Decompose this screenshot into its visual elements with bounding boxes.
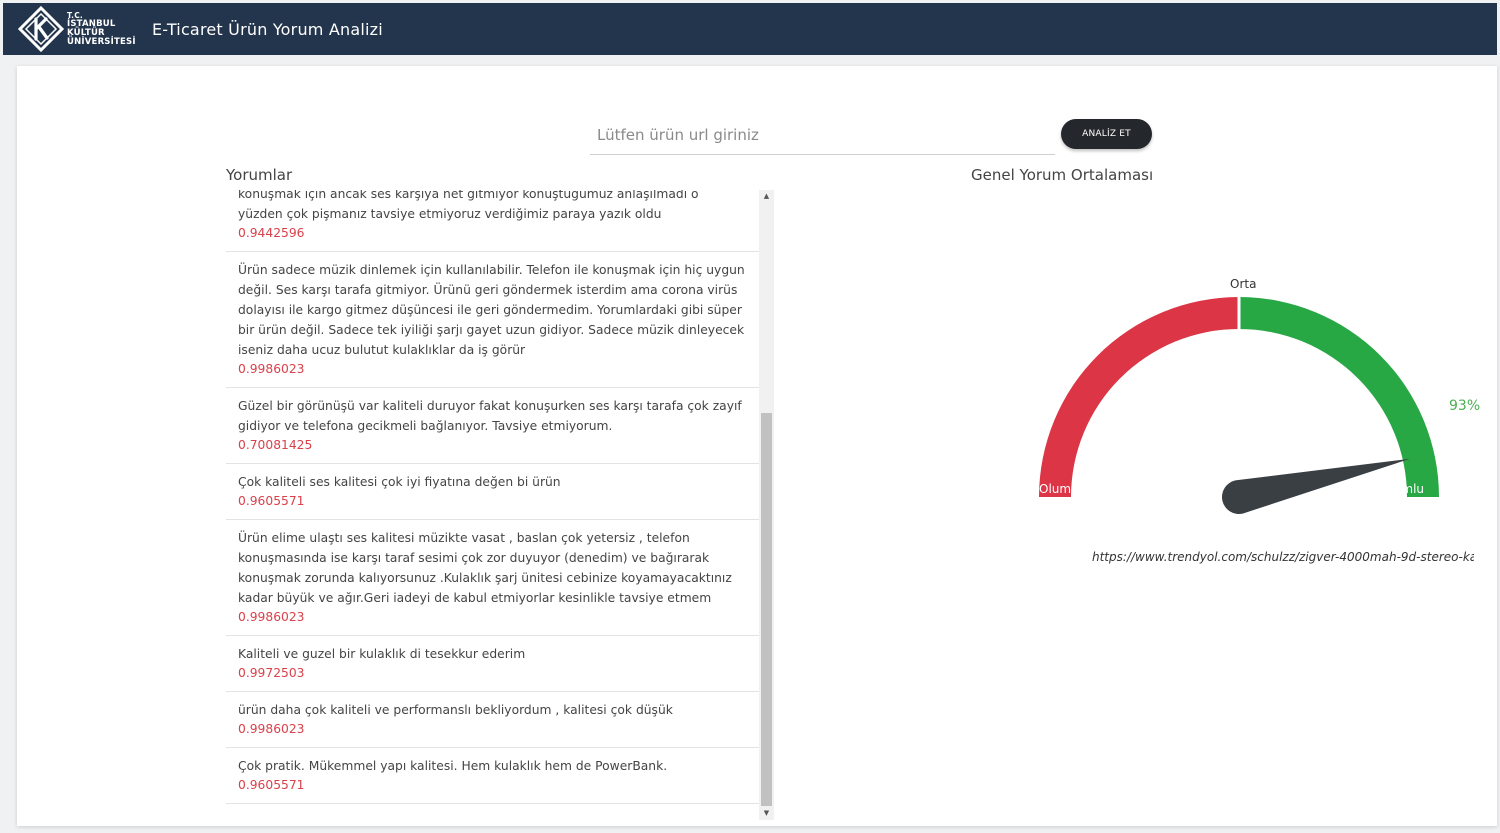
- comment-item: ürün daha çok kaliteli ve performanslı b…: [226, 692, 759, 748]
- comment-item: Ürün elime ulaştı ses kalitesi müzikte v…: [226, 520, 759, 636]
- comments-panel[interactable]: konuşmak için ancak ses karşıya net gitm…: [226, 190, 774, 820]
- product-url-input[interactable]: [590, 116, 1055, 155]
- comment-score: 0.9442596: [238, 226, 305, 240]
- sentiment-gauge: Orta Olumsuz Olumlu 93%: [1039, 277, 1480, 514]
- app-title: E-Ticaret Ürün Yorum Analizi: [152, 19, 383, 39]
- comments-scrollbar[interactable]: ▲ ▼: [759, 190, 774, 820]
- comment-score: 0.9986023: [238, 362, 305, 376]
- gauge-positive-arc: [1239, 297, 1439, 497]
- comment-item: Çok pratik. Mükemmel yapı kalitesi. Hem …: [226, 748, 759, 804]
- comments-list: konuşmak için ancak ses karşıya net gitm…: [226, 190, 759, 804]
- iku-logo-icon: [17, 5, 65, 53]
- comment-text: Çok kaliteli ses kalitesi çok iyi fiyatı…: [238, 475, 561, 489]
- comment-item: Ürün sadece müzik dinlemek için kullanıl…: [226, 252, 759, 388]
- comment-text: Kaliteli ve guzel bir kulaklık di tesekk…: [238, 647, 526, 661]
- logo-line-4: ÜNİVERSİTESİ: [67, 37, 136, 47]
- comment-item: Çok kaliteli ses kalitesi çok iyi fiyatı…: [226, 464, 759, 520]
- gauge-value-text: 93%: [1449, 398, 1480, 414]
- main-card: ANALİZ ET Yorumlar konuşmak için ancak s…: [17, 66, 1497, 826]
- gauge-title: Genel Yorum Ortalaması: [971, 166, 1154, 184]
- comments-title: Yorumlar: [226, 166, 293, 184]
- comment-score: 0.9986023: [238, 722, 305, 736]
- gauge-negative-arc: [1039, 297, 1239, 497]
- comment-item: konuşmak için ancak ses karşıya net gitm…: [226, 190, 759, 252]
- analyzed-url[interactable]: https://www.trendyol.com/schulzz/zigver-…: [1092, 550, 1474, 564]
- comment-score: 0.9972503: [238, 666, 305, 680]
- comment-text: konuşmak için ancak ses karşıya net gitm…: [238, 190, 699, 221]
- comment-text: Çok pratik. Mükemmel yapı kalitesi. Hem …: [238, 759, 668, 773]
- comment-score: 0.9605571: [238, 778, 305, 792]
- scroll-down-arrow-icon[interactable]: ▼: [759, 807, 774, 820]
- comment-score: 0.9605571: [238, 494, 305, 508]
- gauge-label-right: Olumlu: [1381, 482, 1424, 496]
- analyze-button[interactable]: ANALİZ ET: [1061, 119, 1152, 149]
- gauge-label-middle: Orta: [1230, 277, 1256, 291]
- logo-text: T.C. İSTANBUL KÜLTÜR ÜNİVERSİTESİ: [67, 11, 136, 47]
- scroll-thumb[interactable]: [761, 413, 772, 806]
- gauge-label-left: Olumsuz: [1039, 482, 1091, 496]
- comment-item: Kaliteli ve guzel bir kulaklık di tesekk…: [226, 636, 759, 692]
- comment-text: Ürün sadece müzik dinlemek için kullanıl…: [238, 263, 745, 357]
- comment-score: 0.70081425: [238, 438, 313, 452]
- scroll-up-arrow-icon[interactable]: ▲: [759, 190, 774, 203]
- comment-text: Ürün elime ulaştı ses kalitesi müzikte v…: [238, 531, 732, 605]
- comment-item: Güzel bir görünüşü var kaliteli duruyor …: [226, 388, 759, 464]
- comment-text: ürün daha çok kaliteli ve performanslı b…: [238, 703, 673, 717]
- university-logo[interactable]: T.C. İSTANBUL KÜLTÜR ÜNİVERSİTESİ: [17, 5, 142, 53]
- comment-score: 0.9986023: [238, 610, 305, 624]
- top-navbar: T.C. İSTANBUL KÜLTÜR ÜNİVERSİTESİ E-Tica…: [3, 3, 1497, 55]
- comment-text: Güzel bir görünüşü var kaliteli duruyor …: [238, 399, 742, 433]
